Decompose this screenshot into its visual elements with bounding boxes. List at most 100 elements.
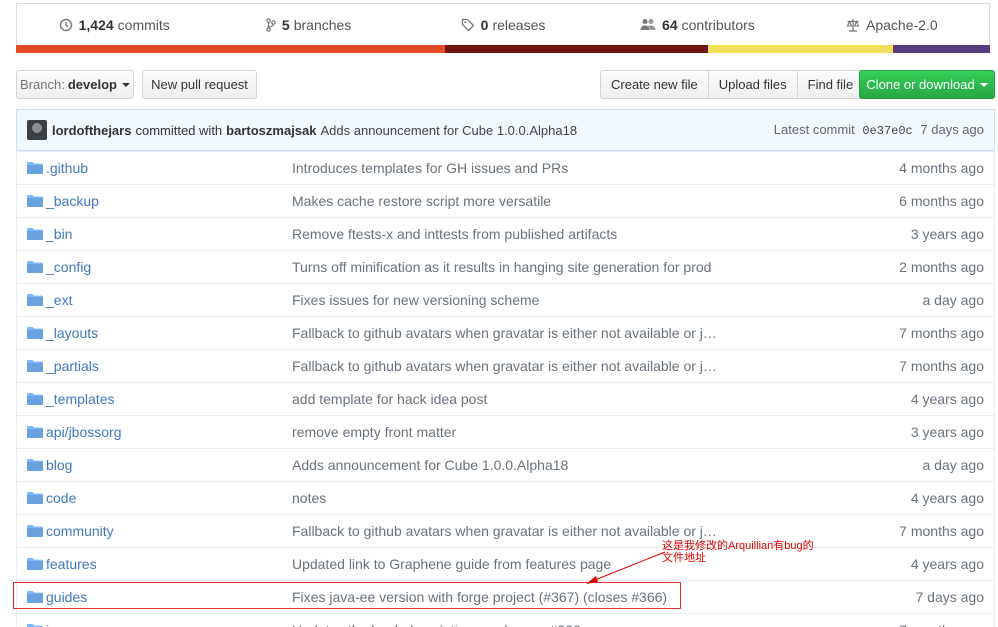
annotation-note: 这是我修改的Arquillian有bug的 文件地址 xyxy=(662,540,852,564)
latest-commit-bar: lordofthejars committed with bartoszmajs… xyxy=(16,109,995,151)
file-commit-message-link[interactable]: Updates the book descriptions and some #… xyxy=(292,622,581,627)
file-commit-age: 7 months ago xyxy=(899,523,984,539)
file-commit-message-link[interactable]: Fallback to github avatars when gravatar… xyxy=(292,523,717,539)
file-commit-message-link[interactable]: Fallback to github avatars when gravatar… xyxy=(292,358,717,374)
file-name-link[interactable]: .github xyxy=(46,160,88,176)
law-icon xyxy=(846,18,860,32)
commits-count: 1,424 xyxy=(78,16,114,33)
file-name-link[interactable]: community xyxy=(46,523,114,539)
branch-select-label: Branch: xyxy=(20,77,65,92)
branches-link[interactable]: 5 branches xyxy=(211,17,405,33)
find-file-button[interactable]: Find file xyxy=(796,70,865,99)
branches-label: branches xyxy=(293,16,352,33)
file-commit-message-link[interactable]: Adds announcement for Cube 1.0.0.Alpha18 xyxy=(292,457,568,473)
branch-select-button[interactable]: Branch: develop xyxy=(16,70,134,99)
folder-icon xyxy=(27,459,43,471)
tag-icon xyxy=(461,18,475,31)
avatar[interactable] xyxy=(27,120,47,140)
branches-count: 5 xyxy=(281,16,290,33)
file-row: _config Turns off minification as it resu… xyxy=(17,250,994,283)
language-bar-segment[interactable] xyxy=(16,45,445,53)
annotation-line-2: 文件地址 xyxy=(662,552,706,564)
folder-icon xyxy=(27,426,43,438)
commits-icon xyxy=(59,18,72,31)
latest-commit-age: 7 days ago xyxy=(920,122,984,137)
file-commit-age: 7 months ago xyxy=(899,325,984,341)
latest-commit-label: Latest commit xyxy=(773,122,855,137)
license-link[interactable]: Apache-2.0 xyxy=(795,17,989,33)
folder-icon xyxy=(27,261,43,273)
commit-message-link[interactable]: Adds announcement for Cube 1.0.0.Alpha18 xyxy=(321,123,578,138)
file-commit-age: 4 months ago xyxy=(899,160,984,176)
file-name-link[interactable]: _layouts xyxy=(46,325,98,341)
file-row: _layouts Fallback to github avatars when … xyxy=(17,316,994,349)
file-name-link[interactable]: _bin xyxy=(46,226,72,242)
file-name-link[interactable]: _backup xyxy=(46,193,99,209)
new-pull-request-label: New pull request xyxy=(151,77,248,92)
file-row: i… Updates the book descriptions and some… xyxy=(17,613,994,627)
commits-label: commits xyxy=(117,16,170,33)
file-commit-message-link[interactable]: Fallback to github avatars when gravatar… xyxy=(292,325,717,341)
file-name-link[interactable]: _partials xyxy=(46,358,99,374)
file-name-link[interactable]: i… xyxy=(46,622,63,627)
people-icon xyxy=(640,19,656,30)
file-commit-message-link[interactable]: Fixes issues for new versioning scheme xyxy=(292,292,539,308)
file-commit-message-link[interactable]: Remove ftests-x and inttests from publis… xyxy=(292,226,617,242)
file-commit-message-link[interactable]: Introduces templates for GH issues and P… xyxy=(292,160,568,176)
commit-author-link[interactable]: lordofthejars xyxy=(52,123,131,138)
folder-icon xyxy=(27,360,43,372)
file-commit-age: a day ago xyxy=(922,457,985,473)
file-commit-message-link[interactable]: Updated link to Graphene guide from feat… xyxy=(292,556,611,572)
file-commit-message-link[interactable]: notes xyxy=(292,490,326,506)
file-name-link[interactable]: features xyxy=(46,556,97,572)
commits-link[interactable]: 1,424 commits xyxy=(17,17,211,33)
language-bar-segment[interactable] xyxy=(707,45,893,53)
file-commit-age: 2 months ago xyxy=(899,259,984,275)
branch-select-value: develop xyxy=(67,77,117,92)
file-commit-age: 4 years ago xyxy=(910,556,984,572)
commit-sha-link[interactable]: 0e37e0c xyxy=(862,124,912,138)
commit-coauthor-link[interactable]: bartoszmajsak xyxy=(226,123,316,138)
folder-icon xyxy=(27,327,43,339)
repo-summary: 1,424 commits 5 branches 0 releases 64 c… xyxy=(16,3,990,45)
file-row: .github Introduces templates for GH issue… xyxy=(17,151,994,184)
contributors-link[interactable]: 64 contributors xyxy=(600,17,794,33)
file-name-link[interactable]: code xyxy=(46,490,76,506)
folder-icon xyxy=(27,525,43,537)
upload-files-button[interactable]: Upload files xyxy=(707,70,798,99)
file-commit-age: 7 months ago xyxy=(899,358,984,374)
language-bar[interactable] xyxy=(16,45,990,53)
file-row: _templates add template for hack idea pos… xyxy=(17,382,994,415)
file-row: _bin Remove ftests-x and inttests from pu… xyxy=(17,217,994,250)
file-name-link[interactable]: _ext xyxy=(46,292,72,308)
file-name-link[interactable]: blog xyxy=(46,457,72,473)
file-row: _partials Fallback to github avatars when… xyxy=(17,349,994,382)
contributors-count: 64 xyxy=(662,16,678,33)
committed-with-text: committed with xyxy=(135,122,223,138)
file-commit-age: 3 years ago xyxy=(910,424,984,440)
releases-link[interactable]: 0 releases xyxy=(406,17,600,33)
releases-count: 0 xyxy=(480,16,489,33)
file-commit-age: 4 years ago xyxy=(910,490,984,506)
file-name-link[interactable]: _templates xyxy=(46,391,114,407)
file-commit-message-link[interactable]: add template for hack idea post xyxy=(292,391,487,407)
file-name-link[interactable]: api/jbossorg xyxy=(46,424,122,440)
file-commit-message-link[interactable]: Turns off minification as it results in … xyxy=(292,259,711,275)
clone-download-button[interactable]: Clone or download xyxy=(859,70,995,99)
file-name-link[interactable]: _config xyxy=(46,259,91,275)
file-row: _ext Fixes issues for new versioning sche… xyxy=(17,283,994,316)
latest-commit-info: Latest commit 0e37e0c 7 days ago xyxy=(774,122,984,138)
new-pull-request-button[interactable]: New pull request xyxy=(142,70,257,99)
folder-icon xyxy=(27,558,43,570)
file-row: api/jbossorg remove empty front matter 3 y… xyxy=(17,415,994,448)
file-commit-message-link[interactable]: Makes cache restore script more versatil… xyxy=(292,193,551,209)
chevron-down-icon xyxy=(979,82,988,87)
create-new-file-button[interactable]: Create new file xyxy=(600,70,709,99)
folder-icon xyxy=(27,294,43,306)
language-bar-segment[interactable] xyxy=(892,45,990,53)
language-bar-segment[interactable] xyxy=(444,45,708,53)
file-commit-message-link[interactable]: remove empty front matter xyxy=(292,424,456,440)
file-commit-age: 7 months ago xyxy=(899,622,984,627)
file-actions-group: Create new file Upload files Find file xyxy=(600,70,865,99)
file-commit-age: a day ago xyxy=(922,292,985,308)
